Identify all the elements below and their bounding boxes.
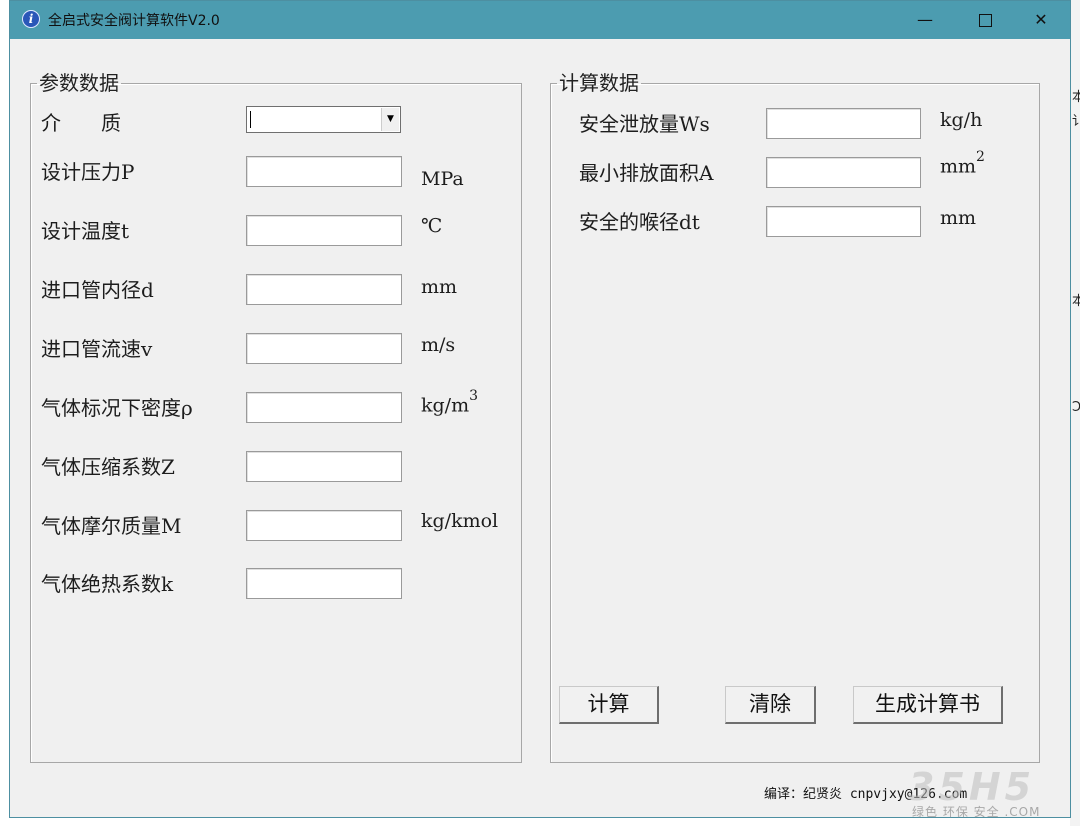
calculate-button[interactable]: 计算 [559, 686, 659, 724]
results-legend: 计算数据 [559, 71, 639, 95]
temperature-input[interactable] [246, 215, 402, 246]
throat-diameter-unit: mm [940, 207, 977, 229]
molar-mass-unit: kg/kmol [421, 510, 499, 532]
generate-report-button[interactable]: 生成计算书 [853, 686, 1003, 724]
inlet-diameter-input[interactable] [246, 274, 402, 305]
medium-label: 介 质 [41, 111, 121, 135]
adiabatic-label: 气体绝热系数k [41, 572, 174, 596]
gas-density-unit: kg/m3 [421, 388, 478, 417]
pressure-input[interactable] [246, 156, 402, 187]
gas-density-unit-exponent: 3 [469, 388, 479, 404]
bg-char: 本 [1072, 294, 1080, 309]
compressibility-input[interactable] [246, 451, 402, 482]
min-area-label: 最小排放面积A [579, 161, 714, 185]
chevron-down-icon[interactable]: ▼ [381, 108, 399, 131]
title-bar[interactable]: i 全启式安全阀计算软件V2.0 — ✕ [10, 1, 1070, 39]
pressure-unit: MPa [421, 168, 464, 190]
min-area-output[interactable] [766, 157, 921, 188]
close-button[interactable]: ✕ [1016, 1, 1066, 39]
relief-rate-output[interactable] [766, 108, 921, 139]
inlet-diameter-label: 进口管内径d [41, 278, 154, 302]
text-caret [250, 111, 251, 128]
bg-char: Ↄ [1072, 400, 1080, 415]
maximize-button[interactable] [960, 1, 1010, 39]
gas-density-label: 气体标况下密度ρ [41, 396, 193, 420]
params-legend: 参数数据 [39, 71, 119, 95]
maximize-icon [978, 14, 992, 27]
bg-char: 本 [1072, 90, 1080, 105]
inlet-diameter-unit: mm [421, 276, 458, 298]
clear-button[interactable]: 清除 [725, 686, 816, 724]
inlet-velocity-input[interactable] [246, 333, 402, 364]
pressure-label: 设计压力P [41, 160, 135, 184]
inlet-velocity-label: 进口管流速v [41, 337, 153, 361]
watermark-slogan: 绿色 环保 安全 .COM [912, 805, 1041, 819]
molar-mass-label: 气体摩尔质量M [41, 514, 182, 538]
min-area-unit-base: mm [940, 155, 977, 178]
background-window-strip: 本 讠 本 Ↄ [1070, 0, 1080, 826]
throat-diameter-output[interactable] [766, 206, 921, 237]
temperature-unit: ℃ [421, 215, 443, 237]
window-title: 全启式安全阀计算软件V2.0 [48, 13, 220, 29]
min-area-unit-exponent: 2 [976, 149, 985, 165]
gas-density-unit-base: kg/m [421, 394, 470, 417]
relief-rate-label: 安全泄放量Ws [579, 112, 710, 136]
temperature-label: 设计温度t [41, 219, 130, 243]
minimize-button[interactable]: — [900, 1, 950, 39]
medium-select[interactable]: ▼ [246, 106, 401, 133]
bg-char: 讠 [1072, 114, 1080, 129]
min-area-unit: mm2 [940, 149, 985, 178]
molar-mass-input[interactable] [246, 510, 402, 541]
relief-rate-unit: kg/h [940, 109, 983, 131]
app-window: i 全启式安全阀计算软件V2.0 — ✕ 参数数据 介 质 ▼ 设计压力P MP… [9, 0, 1071, 818]
adiabatic-input[interactable] [246, 568, 402, 599]
gas-density-input[interactable] [246, 392, 402, 423]
inlet-velocity-unit: m/s [421, 334, 456, 356]
compressibility-label: 气体压缩系数Z [41, 455, 175, 479]
throat-diameter-label: 安全的喉径dt [579, 210, 700, 234]
app-info-icon[interactable]: i [22, 10, 40, 28]
